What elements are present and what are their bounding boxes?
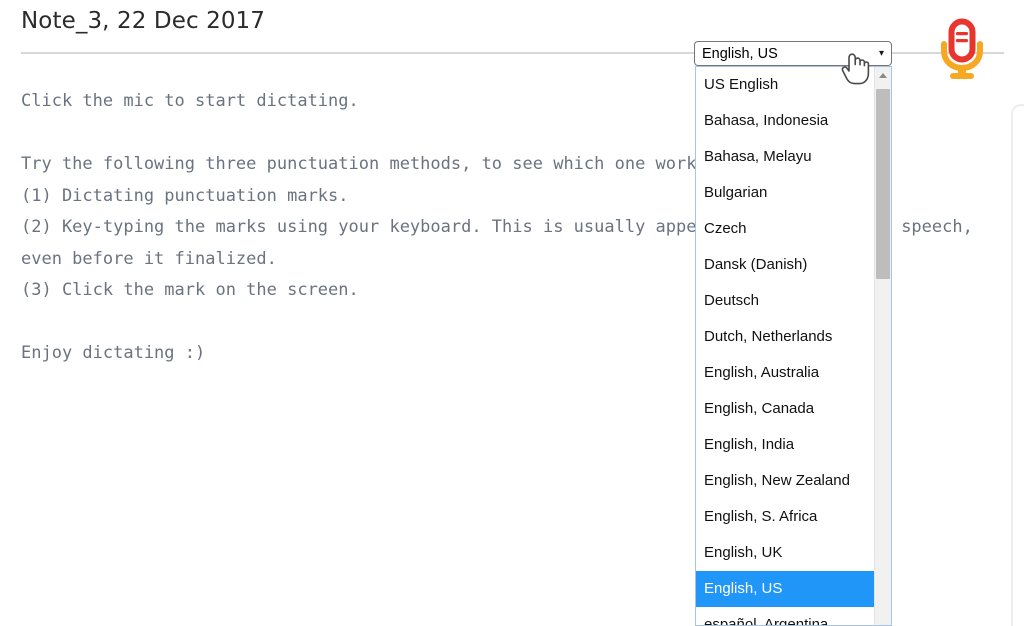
language-dropdown-list[interactable]: US English Bahasa, Indonesia Bahasa, Melay… <box>695 66 892 626</box>
dictation-note-page: Note_3, 22 Dec 2017 Click the mic to sta… <box>0 0 1024 626</box>
language-option[interactable]: US English <box>696 67 874 103</box>
language-option[interactable]: Dansk (Danish) <box>696 247 874 283</box>
scroll-up-arrow-icon[interactable] <box>875 67 891 84</box>
language-option[interactable]: English, New Zealand <box>696 463 874 499</box>
language-option[interactable]: English, Canada <box>696 391 874 427</box>
scrollbar-thumb[interactable] <box>876 89 890 279</box>
language-option[interactable]: Deutsch <box>696 283 874 319</box>
page-title: Note_3, 22 Dec 2017 <box>21 8 266 34</box>
side-panel-edge <box>1011 104 1024 626</box>
language-select[interactable]: English, US ▾ <box>694 41 892 66</box>
microphone-icon[interactable] <box>934 18 990 80</box>
language-option[interactable]: English, US <box>696 571 874 607</box>
dropdown-scrollbar[interactable] <box>874 67 891 625</box>
language-option[interactable]: Bulgarian <box>696 175 874 211</box>
language-option[interactable]: español, Argentina <box>696 607 874 625</box>
language-option[interactable]: English, Australia <box>696 355 874 391</box>
language-option[interactable]: Czech <box>696 211 874 247</box>
language-option-list: US English Bahasa, Indonesia Bahasa, Melay… <box>696 67 874 625</box>
language-option[interactable]: English, UK <box>696 535 874 571</box>
language-select-value: English, US <box>702 45 778 62</box>
language-option[interactable]: Bahasa, Melayu <box>696 139 874 175</box>
language-option[interactable]: Dutch, Netherlands <box>696 319 874 355</box>
language-option[interactable]: English, India <box>696 427 874 463</box>
language-option[interactable]: Bahasa, Indonesia <box>696 103 874 139</box>
microphone-icon-glyph <box>941 18 983 79</box>
chevron-down-icon: ▾ <box>878 47 884 59</box>
language-option[interactable]: English, S. Africa <box>696 499 874 535</box>
